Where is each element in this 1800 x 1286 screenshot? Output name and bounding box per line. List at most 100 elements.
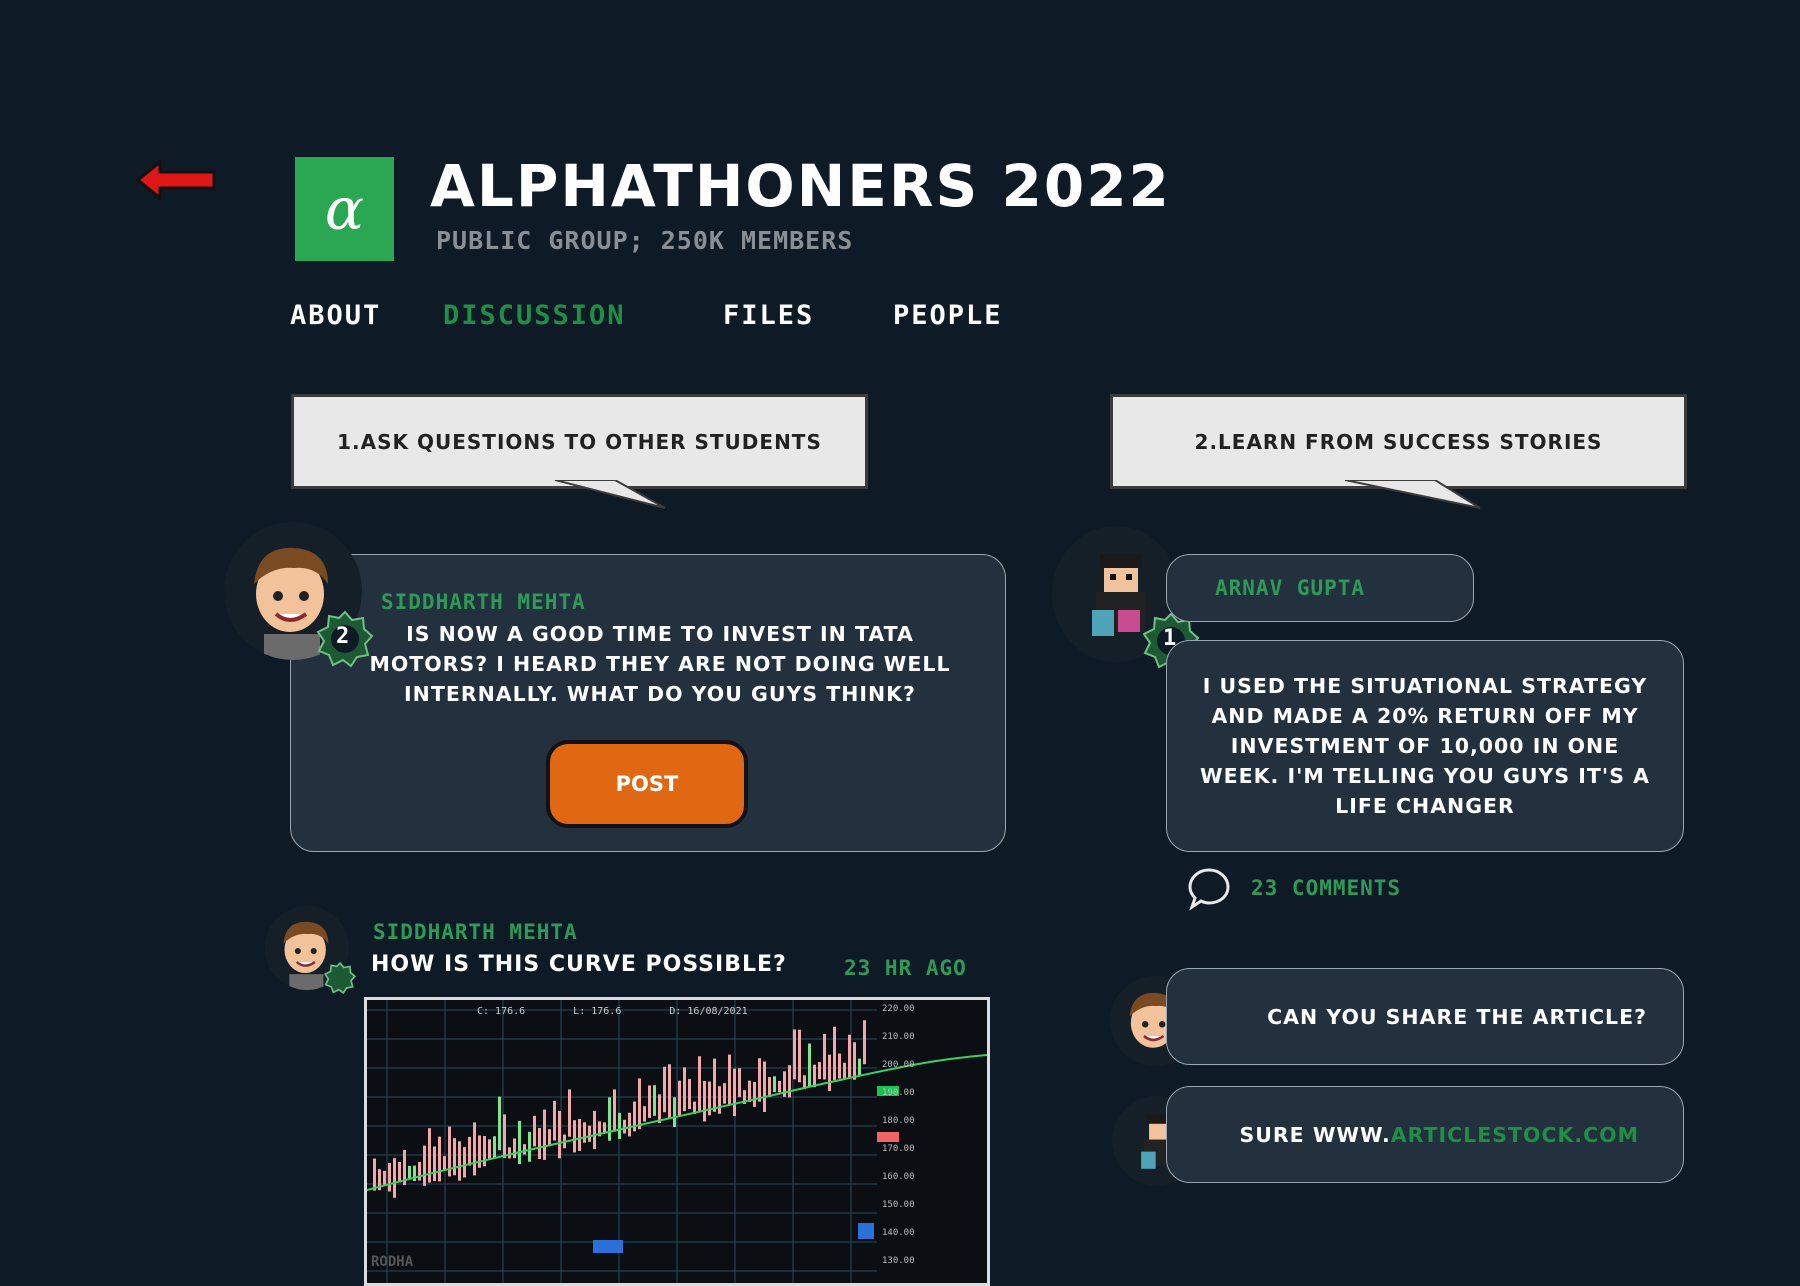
chart-header-close: C: 176.6 bbox=[477, 1006, 526, 1017]
chart-candle bbox=[613, 1089, 616, 1132]
chart-candle bbox=[763, 1061, 766, 1112]
chart-candle bbox=[433, 1146, 436, 1182]
chart-candle bbox=[653, 1085, 656, 1116]
group-subtitle: PUBLIC GROUP; 250K MEMBERS bbox=[436, 226, 854, 255]
chart-candle bbox=[493, 1136, 496, 1159]
chart-candle bbox=[468, 1136, 471, 1166]
chart-candle bbox=[773, 1076, 776, 1092]
chart-candle bbox=[528, 1131, 531, 1162]
article-link[interactable]: ARTICLESTOCK.COM bbox=[1391, 1123, 1639, 1147]
chart-candle bbox=[643, 1106, 646, 1122]
chart-candle bbox=[518, 1120, 521, 1165]
chart-candle bbox=[758, 1058, 761, 1102]
chart-candle bbox=[538, 1127, 541, 1160]
chart-candle bbox=[688, 1079, 691, 1110]
chart-candle bbox=[483, 1136, 486, 1167]
chart-candle bbox=[668, 1064, 671, 1119]
chart-candle bbox=[458, 1141, 461, 1181]
chart-candle bbox=[438, 1136, 441, 1182]
chart-candle bbox=[423, 1145, 426, 1186]
chart-candle bbox=[473, 1122, 476, 1176]
chart-header-low: L: 176.6 bbox=[573, 1006, 622, 1017]
chart-candle bbox=[513, 1138, 516, 1159]
callout-left-text: 1.ASK QUESTIONS TO OTHER STUDENTS bbox=[337, 429, 822, 454]
chart-watermark: RODHA bbox=[371, 1254, 414, 1270]
level-badge-small-icon bbox=[323, 961, 357, 995]
chart-candle bbox=[663, 1066, 666, 1113]
chart-candle bbox=[858, 1058, 861, 1075]
chart-candle bbox=[548, 1129, 551, 1147]
post-button[interactable]: POST bbox=[546, 740, 748, 828]
reply-card-1: CAN YOU SHARE THE ARTICLE? bbox=[1166, 968, 1684, 1065]
chart-candle bbox=[863, 1020, 866, 1065]
chart-axis-label: 180.00 bbox=[882, 1116, 915, 1126]
chart-candle bbox=[843, 1062, 846, 1079]
chart-candle bbox=[463, 1147, 466, 1178]
chart-candle bbox=[523, 1144, 526, 1155]
chart-candle bbox=[443, 1156, 446, 1170]
chart-candle bbox=[683, 1067, 686, 1112]
chart-candle bbox=[578, 1118, 581, 1151]
chart-candle bbox=[533, 1115, 536, 1147]
callout-left-tail bbox=[555, 480, 666, 509]
chart-candle bbox=[498, 1096, 501, 1151]
chart-candle bbox=[568, 1089, 571, 1137]
chart-candle bbox=[778, 1080, 781, 1093]
chart-candle bbox=[608, 1097, 611, 1141]
chart-candle bbox=[573, 1120, 576, 1153]
chart-header-date: D: 16/08/2021 bbox=[669, 1006, 748, 1017]
chart-candle bbox=[648, 1085, 651, 1118]
tab-people[interactable]: PEOPLE bbox=[893, 300, 1003, 331]
tab-files[interactable]: FILES bbox=[723, 300, 814, 331]
group-title: ALPHATHONERS 2022 bbox=[430, 152, 1171, 220]
tab-about[interactable]: ABOUT bbox=[290, 300, 381, 331]
chart-candle bbox=[813, 1064, 816, 1088]
alpha-logo-icon: α bbox=[295, 157, 394, 261]
reply-1-text: CAN YOU SHARE THE ARTICLE? bbox=[1267, 1004, 1647, 1029]
chart-candle bbox=[623, 1119, 626, 1134]
chart-candle bbox=[703, 1080, 706, 1122]
chart-axis-label: 200.00 bbox=[882, 1060, 915, 1070]
chart-candle bbox=[543, 1109, 546, 1160]
chart-candle bbox=[508, 1147, 511, 1159]
callout-learn-stories: 2.LEARN FROM SUCCESS STORIES bbox=[1110, 394, 1687, 489]
chart-candle bbox=[828, 1054, 831, 1092]
chart-candle bbox=[503, 1114, 506, 1159]
chart-price-axis: 220.00 210.00 200.00 190.00 180.00 170.00 160.… bbox=[882, 1004, 915, 1266]
chart-candle bbox=[393, 1158, 396, 1198]
feed-post-author: SIDDHARTH MEHTA bbox=[373, 920, 578, 944]
compose-author: SIDDHARTH MEHTA bbox=[381, 590, 586, 614]
chart-candle bbox=[718, 1086, 721, 1114]
reply-card-2: SURE WWW.ARTICLESTOCK.COM bbox=[1166, 1086, 1684, 1183]
chart-candle bbox=[558, 1110, 561, 1159]
chart-candle bbox=[768, 1077, 771, 1098]
chart-candle bbox=[738, 1068, 741, 1098]
chart-candle bbox=[713, 1058, 716, 1112]
story-text: I USED THE SITUATIONAL STRATEGY AND MADE… bbox=[1200, 674, 1650, 818]
chart-candle bbox=[733, 1068, 736, 1117]
chart-candle bbox=[658, 1094, 661, 1124]
comments-count-link[interactable]: 23 COMMENTS bbox=[1251, 876, 1401, 900]
chart-candle bbox=[553, 1100, 556, 1141]
back-arrow-icon[interactable] bbox=[134, 158, 218, 202]
tab-discussion[interactable]: DISCUSSION bbox=[443, 300, 626, 331]
chart-candle bbox=[678, 1080, 681, 1116]
feed-post-chart-image[interactable]: C: 176.6 L: 176.6 D: 16/08/2021 220.00 21… bbox=[364, 997, 990, 1286]
reply-2-prefix: SURE WWW. bbox=[1239, 1122, 1391, 1147]
feed-post-time: 23 HR AGO bbox=[844, 956, 967, 980]
chart-candle bbox=[798, 1029, 801, 1083]
chart-candle bbox=[408, 1165, 411, 1179]
chart-candle bbox=[618, 1112, 621, 1140]
comment-bubble-icon[interactable] bbox=[1186, 866, 1232, 912]
chart-candle bbox=[698, 1056, 701, 1111]
chart-candle bbox=[793, 1029, 796, 1080]
story-card: I USED THE SITUATIONAL STRATEGY AND MADE… bbox=[1166, 640, 1684, 852]
chart-axis-label: 220.00 bbox=[882, 1004, 915, 1014]
chart-candle bbox=[388, 1163, 391, 1192]
chart-candle bbox=[398, 1161, 401, 1183]
chart-candle bbox=[728, 1054, 731, 1106]
chart-candle bbox=[603, 1122, 606, 1133]
compose-text[interactable]: IS NOW A GOOD TIME TO INVEST IN TATA MOT… bbox=[366, 619, 954, 709]
chart-axis-label: 170.00 bbox=[882, 1144, 915, 1154]
chart-candle bbox=[588, 1125, 591, 1142]
